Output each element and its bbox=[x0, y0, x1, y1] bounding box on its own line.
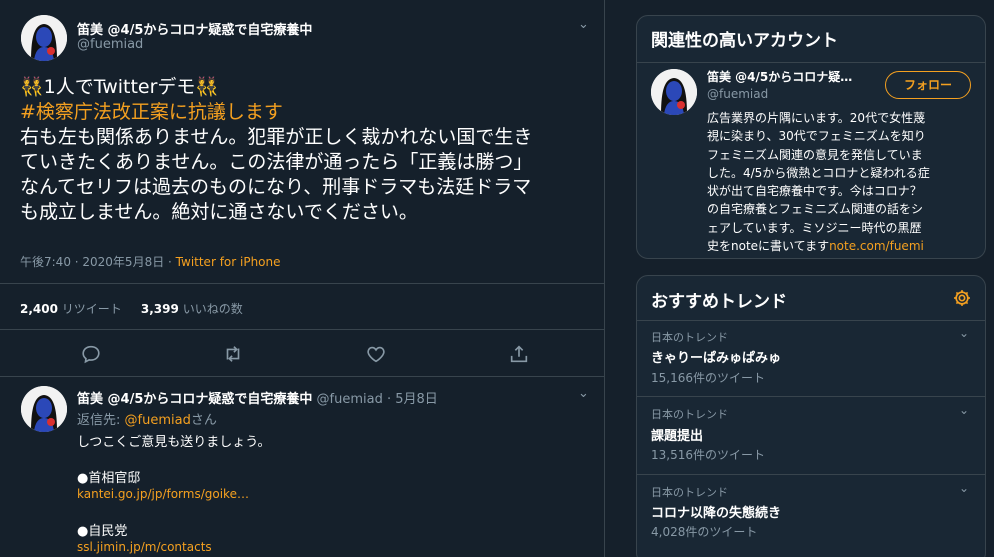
trend-context: 日本のトレンド bbox=[651, 408, 728, 421]
timeline-column: 笛美 @4/5からコロナ疑惑で自宅療養中 @fuemiad ⌄ 👯1人でTwit… bbox=[0, 0, 605, 557]
trend-context: 日本のトレンド bbox=[651, 331, 728, 344]
tweet-text: 👯1人でTwitterデモ👯 #検察庁法改正案に抗議します 右も左も関係ありませ… bbox=[20, 75, 595, 225]
tweet-time[interactable]: 午後7:40 · 2020年5月8日 · bbox=[20, 255, 176, 269]
author-name[interactable]: 笛美 @4/5からコロナ疑惑で自宅療養中 bbox=[77, 19, 312, 38]
divider bbox=[637, 396, 985, 397]
tweet-line: も成立しません。絶対に通さないでください。 bbox=[20, 201, 418, 223]
tweet-line: ていきたくありません。この法律が通ったら「正義は勝つ」 bbox=[20, 151, 533, 173]
divider bbox=[0, 376, 605, 377]
reply-text: ●自民党 bbox=[77, 524, 128, 539]
trend-name[interactable]: きゃりーぱみゅぱみゅ bbox=[651, 347, 781, 366]
like-label[interactable]: いいねの数 bbox=[183, 302, 243, 316]
trend-count: 13,516件のツイート bbox=[651, 448, 765, 462]
avatar[interactable] bbox=[21, 386, 67, 432]
bio-line: 広告業界の片隅にいます。20代で女性蔑 bbox=[707, 111, 926, 125]
divider bbox=[637, 474, 985, 475]
divider bbox=[637, 320, 985, 321]
card-title: おすすめトレンド bbox=[651, 292, 787, 312]
bio-line: 状が出て自宅療養中です。今はコロナ？ bbox=[707, 184, 922, 199]
link[interactable]: kantei.go.jp/jp/forms/goike… bbox=[77, 487, 249, 501]
card-title: 関連性の高いアカウント bbox=[651, 31, 838, 51]
reply-prefix: 返信先: bbox=[77, 413, 125, 428]
tweet-timestamp: 午後7:40 · 2020年5月8日 · Twitter for iPhone bbox=[20, 253, 281, 270]
trends-card: おすすめトレンド 日本のトレンド ⌄ きゃりーぱみゅぱみゅ 15,166件のツイ… bbox=[636, 275, 986, 557]
bio-text: 史をnoteに書いてます bbox=[707, 239, 830, 254]
bio-line: 視に染まり、30代でフェミニズムを知り bbox=[707, 129, 926, 144]
bio-line: した。4/5から微熱とコロナと疑われる症 bbox=[707, 165, 930, 180]
account-name[interactable]: 笛美 @4/5からコロナ疑… bbox=[707, 68, 852, 85]
retweet-label[interactable]: リツイート bbox=[62, 302, 122, 316]
account-handle[interactable]: @fuemiad bbox=[707, 87, 768, 101]
share-icon[interactable] bbox=[508, 343, 530, 365]
hashtag-link[interactable]: #検察庁法改正案に抗議します bbox=[20, 100, 595, 125]
trend-context: 日本のトレンド bbox=[651, 486, 728, 499]
account-bio: 広告業界の片隅にいます。20代で女性蔑 視に染まり、30代でフェミニズムを知り … bbox=[707, 109, 975, 255]
tweet-source[interactable]: Twitter for iPhone bbox=[176, 255, 281, 269]
bio-link[interactable]: note.com/fuemi bbox=[829, 239, 924, 253]
follow-button[interactable]: フォロー bbox=[885, 71, 971, 99]
divider bbox=[0, 329, 605, 330]
reply-to: 返信先: @fuemiadさん bbox=[77, 409, 217, 428]
chevron-down-icon[interactable]: ⌄ bbox=[959, 481, 969, 495]
reply-text: ●首相官邸 bbox=[77, 471, 141, 486]
author-meta[interactable]: @fuemiad · 5月8日 bbox=[312, 392, 438, 407]
tweet-line: なんてセリフは過去のものになり、刑事ドラマも法廷ドラマ bbox=[20, 176, 532, 198]
chevron-down-icon[interactable]: ⌄ bbox=[959, 326, 969, 340]
author-handle[interactable]: @fuemiad bbox=[77, 37, 143, 52]
tweet-line: 右も左も関係ありません。犯罪が正しく裁かれない国で生き bbox=[20, 126, 533, 148]
like-count[interactable]: 3,399 bbox=[141, 302, 179, 316]
bio-line: フェミニズム関連の意見を発信していま bbox=[707, 147, 923, 162]
chevron-down-icon[interactable]: ⌄ bbox=[578, 386, 589, 401]
reply-header: 笛美 @4/5からコロナ疑惑で自宅療養中 @fuemiad · 5月8日 bbox=[77, 388, 438, 407]
reply-suffix: さん bbox=[190, 413, 217, 428]
trend-name[interactable]: 課題提出 bbox=[651, 425, 703, 444]
divider bbox=[0, 283, 605, 284]
bio-line: 史をnoteに書いてますnote.com/fuemi bbox=[707, 237, 975, 255]
trend-name[interactable]: コロナ以降の失態続き bbox=[651, 502, 781, 521]
gear-icon[interactable] bbox=[952, 288, 972, 308]
chevron-down-icon[interactable]: ⌄ bbox=[578, 17, 589, 32]
retweet-count[interactable]: 2,400 bbox=[20, 302, 58, 316]
bio-line: ェアしています。ミソジニー時代の黒歴 bbox=[707, 220, 922, 235]
mention-link[interactable]: @fuemiad bbox=[125, 413, 191, 428]
trend-count: 15,166件のツイート bbox=[651, 371, 765, 385]
like-icon[interactable] bbox=[365, 343, 387, 365]
reply-text: しつこくご意見も送りましょう。 bbox=[77, 435, 271, 450]
trend-count: 4,028件のツイート bbox=[651, 525, 758, 539]
bio-line: の自宅療養とフェミニズム関連の話をシ bbox=[707, 202, 924, 217]
divider bbox=[637, 62, 985, 63]
reply-icon[interactable] bbox=[80, 343, 102, 365]
avatar[interactable] bbox=[651, 69, 697, 115]
link[interactable]: ssl.jimin.jp/m/contacts bbox=[77, 540, 212, 554]
chevron-down-icon[interactable]: ⌄ bbox=[959, 403, 969, 417]
related-accounts-card: 関連性の高いアカウント 笛美 @4/5からコロナ疑… @fuemiad フォロー… bbox=[636, 15, 986, 259]
tweet-stats: 2,400 リツイート 3,399 いいねの数 bbox=[20, 300, 243, 317]
tweet-line: 👯1人でTwitterデモ👯 bbox=[20, 76, 220, 98]
avatar[interactable] bbox=[21, 15, 67, 61]
retweet-icon[interactable] bbox=[222, 343, 244, 365]
author-name[interactable]: 笛美 @4/5からコロナ疑惑で自宅療養中 bbox=[77, 392, 312, 407]
